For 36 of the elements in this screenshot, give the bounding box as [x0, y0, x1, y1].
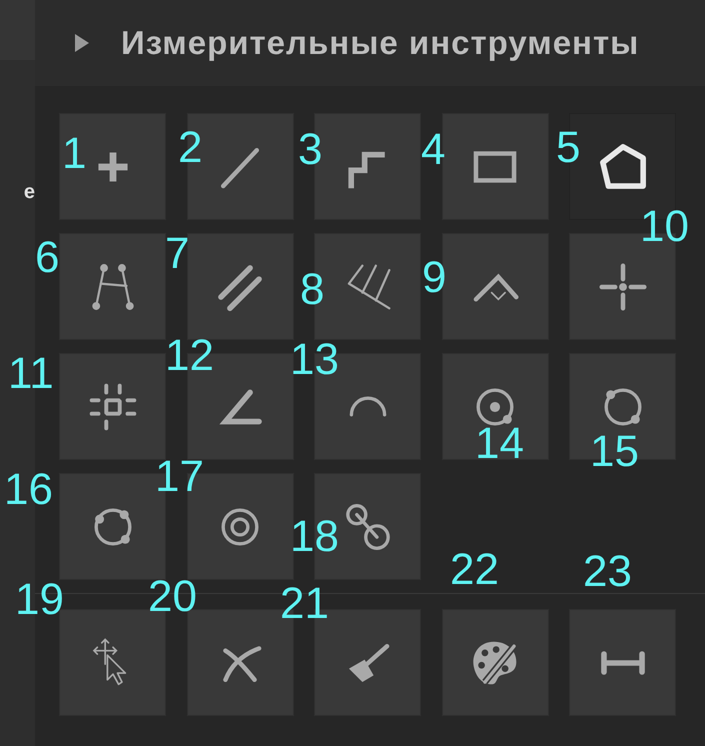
arc-icon	[348, 396, 386, 417]
tool-button[interactable]	[188, 234, 292, 339]
number-annotation: 4	[421, 128, 446, 172]
side-label: e	[24, 180, 35, 204]
number-annotation: 19	[15, 578, 64, 622]
tool-button[interactable]	[570, 610, 675, 715]
number-annotation: 12	[165, 334, 214, 378]
panel-title: Измерительные инструменты	[121, 24, 640, 62]
caret-icon[interactable]	[75, 34, 89, 52]
number-annotation: 7	[165, 232, 190, 276]
number-annotation: 22	[450, 548, 499, 592]
tool-button[interactable]	[60, 114, 165, 219]
number-annotation: 16	[4, 468, 53, 512]
number-annotation: 18	[290, 515, 339, 559]
number-annotation: 8	[300, 268, 324, 312]
number-annotation: 1	[62, 132, 86, 176]
number-annotation: 17	[155, 455, 204, 499]
number-annotation: 9	[422, 256, 446, 300]
number-annotation: 2	[178, 126, 202, 170]
number-annotation: 6	[35, 236, 60, 280]
number-annotation: 5	[556, 126, 580, 170]
number-annotation: 15	[590, 430, 639, 474]
number-annotation: 11	[8, 352, 54, 396]
number-annotation: 23	[583, 550, 632, 594]
number-annotation: 3	[298, 128, 322, 172]
tool-button[interactable]	[60, 234, 165, 339]
tool-button[interactable]	[442, 354, 548, 459]
number-annotation: 20	[148, 575, 197, 619]
number-annotation: 14	[475, 422, 524, 466]
number-annotation: 10	[640, 205, 689, 249]
number-annotation: 21	[280, 582, 329, 626]
number-annotation: 13	[290, 338, 339, 382]
tool-button[interactable]	[60, 354, 165, 459]
tool-button[interactable]	[442, 610, 548, 715]
tool-button[interactable]	[442, 234, 548, 339]
tool-button[interactable]	[442, 114, 548, 219]
